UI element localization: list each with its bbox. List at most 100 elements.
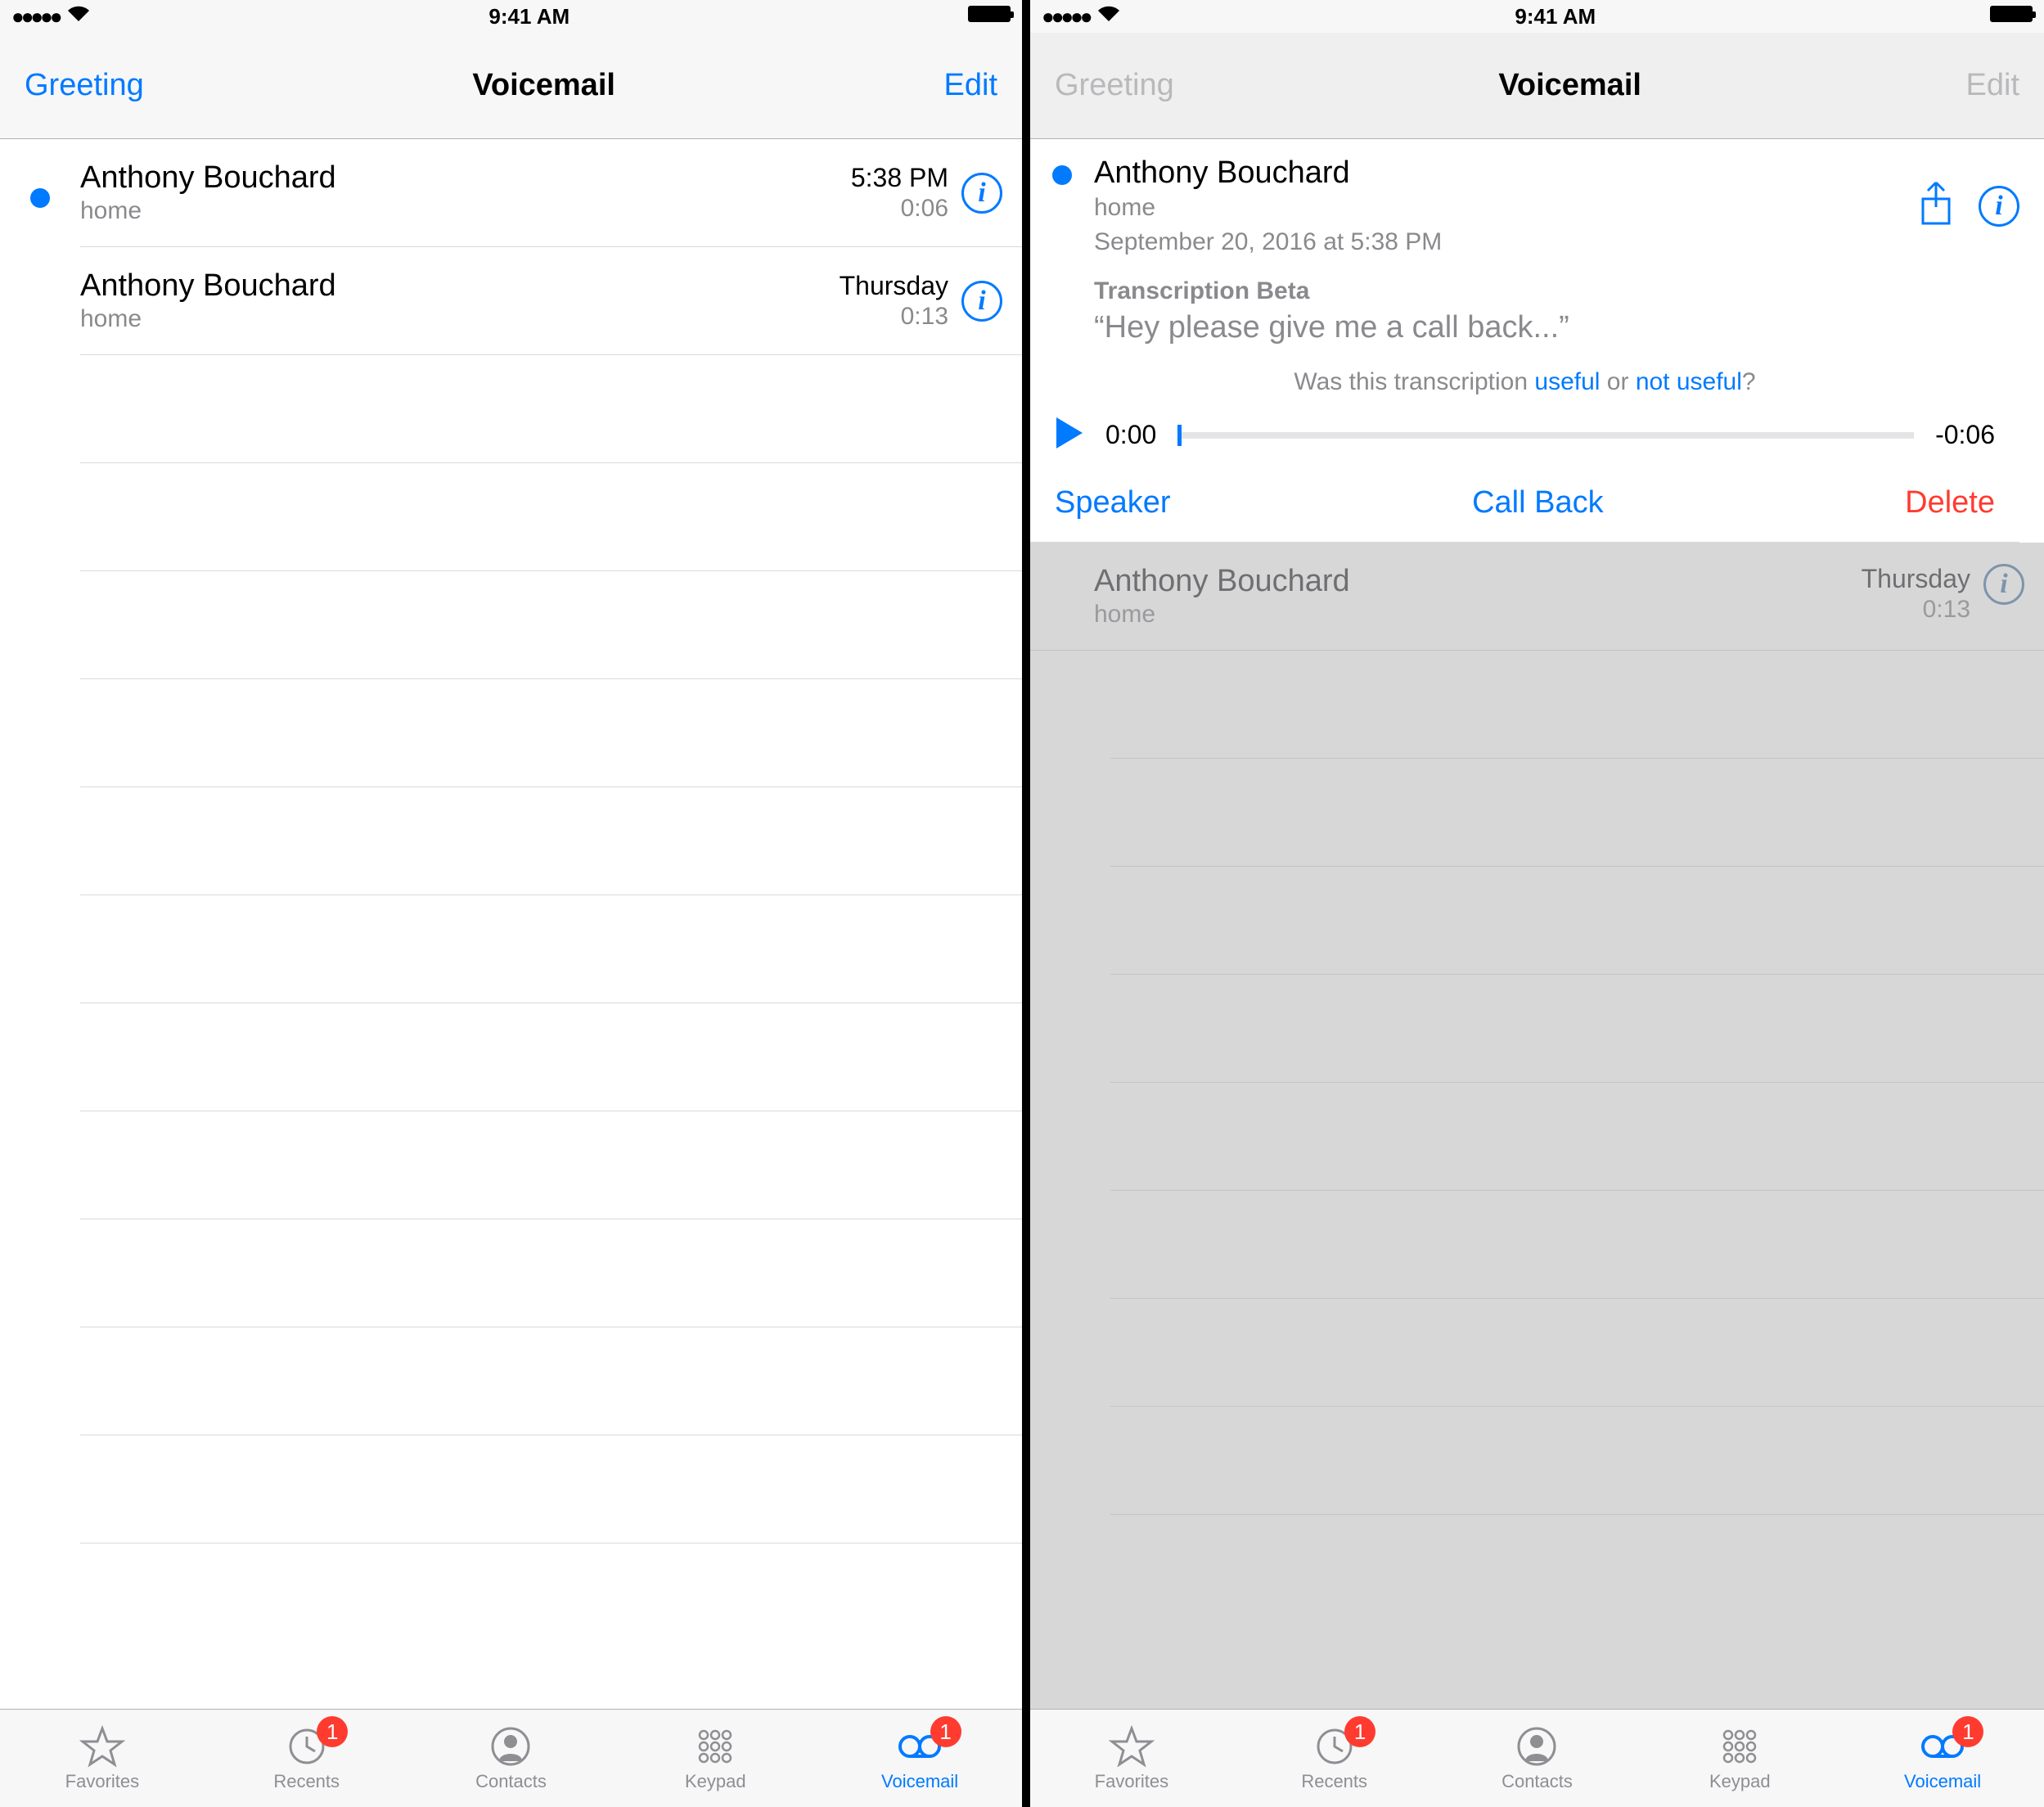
tab-voicemail[interactable]: 1 Voicemail [1841, 1710, 2044, 1807]
wifi-icon [66, 5, 91, 29]
phone-right: ●●●●● 9:41 AM Greeting Voicemail Edit An… [1022, 0, 2044, 1807]
tab-recents[interactable]: 1 Recents [1233, 1710, 1436, 1807]
tab-label: Favorites [65, 1771, 139, 1792]
unread-dot-icon [1052, 165, 1072, 185]
tab-label: Keypad [1709, 1771, 1771, 1792]
empty-row [80, 571, 1022, 679]
voicemail-row[interactable]: Anthony Bouchard home 5:38 PM 0:06 i [0, 139, 1022, 247]
badge: 1 [317, 1716, 348, 1747]
tab-keypad[interactable]: Keypad [1638, 1710, 1841, 1807]
transcription-label: Transcription Beta [1030, 277, 2019, 305]
empty-row [1110, 1083, 2044, 1191]
tab-favorites[interactable]: Favorites [1030, 1710, 1233, 1807]
transcription-text: “Hey please give me a call back...” [1030, 305, 2019, 345]
empty-row [80, 787, 1022, 895]
transcription-feedback: Was this transcription useful or not use… [1030, 345, 2019, 416]
feedback-or: or [1600, 368, 1635, 395]
greeting-button[interactable]: Greeting [25, 68, 144, 103]
feedback-notuseful-link[interactable]: not useful [1636, 368, 1742, 395]
empty-row [80, 895, 1022, 1003]
signal-dots-icon: ●●●●● [1042, 4, 1090, 29]
delete-button[interactable]: Delete [1905, 485, 1995, 520]
voicemail-list: Anthony Bouchard home 5:38 PM 0:06 i Ant… [0, 139, 1022, 1709]
tab-label: Voicemail [1904, 1771, 1981, 1792]
empty-row [1110, 1299, 2044, 1407]
empty-row [80, 1435, 1022, 1543]
tab-label: Recents [273, 1771, 340, 1792]
caller-name: Anthony Bouchard [80, 160, 851, 196]
call-time: 5:38 PM [851, 163, 948, 193]
status-bar: ●●●●● 9:41 AM [0, 0, 1022, 33]
empty-row [80, 355, 1022, 463]
share-button[interactable] [1918, 181, 1954, 231]
tab-label: Keypad [685, 1771, 746, 1792]
info-button[interactable]: i [961, 173, 1002, 214]
status-time: 9:41 AM [1515, 4, 1596, 29]
greeting-button: Greeting [1055, 68, 1174, 103]
nav-bar: Greeting Voicemail Edit [1030, 33, 2044, 139]
empty-row [1110, 1191, 2044, 1299]
callback-button[interactable]: Call Back [1472, 485, 1604, 520]
tab-voicemail[interactable]: 1 Voicemail [817, 1710, 1022, 1807]
tab-favorites[interactable]: Favorites [0, 1710, 205, 1807]
play-button[interactable] [1055, 416, 1084, 454]
call-duration: 0:13 [1923, 596, 1970, 624]
feedback-prefix: Was this transcription [1294, 368, 1534, 395]
tab-bar: Favorites 1 Recents Contacts Keypad 1 Vo… [0, 1709, 1022, 1807]
status-bar: ●●●●● 9:41 AM [1030, 0, 2044, 33]
call-duration: 0:13 [901, 303, 948, 331]
empty-row [1110, 867, 2044, 975]
scrubber-thumb[interactable] [1177, 425, 1182, 446]
tab-recents[interactable]: 1 Recents [205, 1710, 409, 1807]
voicemail-list: Anthony Bouchard home September 20, 2016… [1030, 139, 2044, 1709]
tab-keypad[interactable]: Keypad [613, 1710, 817, 1807]
elapsed-time: 0:00 [1105, 420, 1156, 450]
tab-contacts[interactable]: Contacts [409, 1710, 614, 1807]
tab-label: Contacts [475, 1771, 547, 1792]
voicemail-row[interactable]: Anthony Bouchard home Thursday 0:13 i [0, 247, 1022, 355]
feedback-useful-link[interactable]: useful [1534, 368, 1600, 395]
page-title: Voicemail [1498, 68, 1641, 103]
call-time: Thursday [840, 271, 948, 301]
empty-row [1110, 651, 2044, 759]
empty-row [80, 463, 1022, 571]
caller-label: home [80, 305, 840, 333]
remaining-time: -0:06 [1935, 420, 1995, 450]
badge: 1 [930, 1716, 961, 1747]
battery-icon [968, 5, 1011, 28]
caller-name: Anthony Bouchard [80, 268, 840, 304]
action-row: Speaker Call Back Delete [1030, 469, 2019, 543]
edit-button[interactable]: Edit [944, 68, 997, 103]
caller-name: Anthony Bouchard [1094, 155, 1918, 191]
info-button[interactable]: i [1983, 564, 2024, 605]
caller-label: home [1094, 601, 1862, 629]
wifi-icon [1096, 5, 1121, 29]
empty-row [1110, 1407, 2044, 1515]
voicemail-row[interactable]: Anthony Bouchard home Thursday 0:13 i [1030, 543, 2044, 651]
tab-contacts[interactable]: Contacts [1436, 1710, 1639, 1807]
info-button[interactable]: i [1979, 186, 2019, 227]
caller-label: home [80, 197, 851, 225]
phone-left: ●●●●● 9:41 AM Greeting Voicemail Edit An… [0, 0, 1022, 1807]
call-time: Thursday [1862, 564, 1970, 594]
empty-row [80, 679, 1022, 787]
voicemail-detail-card: Anthony Bouchard home September 20, 2016… [1030, 139, 2044, 543]
battery-icon [1990, 5, 2033, 28]
audio-player: 0:00 -0:06 [1030, 416, 2019, 469]
caller-name: Anthony Bouchard [1094, 564, 1862, 599]
badge: 1 [1344, 1716, 1375, 1747]
caller-label: home [1094, 194, 1918, 222]
call-duration: 0:06 [901, 195, 948, 223]
badge: 1 [1952, 1716, 1983, 1747]
info-button[interactable]: i [961, 281, 1002, 322]
signal-dots-icon: ●●●●● [11, 4, 60, 29]
empty-row [1110, 975, 2044, 1083]
edit-button: Edit [1966, 68, 2019, 103]
empty-row [80, 1003, 1022, 1111]
call-date: September 20, 2016 at 5:38 PM [1094, 228, 1918, 256]
tab-label: Recents [1301, 1771, 1367, 1792]
speaker-button[interactable]: Speaker [1055, 485, 1171, 520]
scrubber[interactable] [1177, 432, 1914, 439]
tab-label: Favorites [1095, 1771, 1168, 1792]
page-title: Voicemail [472, 68, 615, 103]
